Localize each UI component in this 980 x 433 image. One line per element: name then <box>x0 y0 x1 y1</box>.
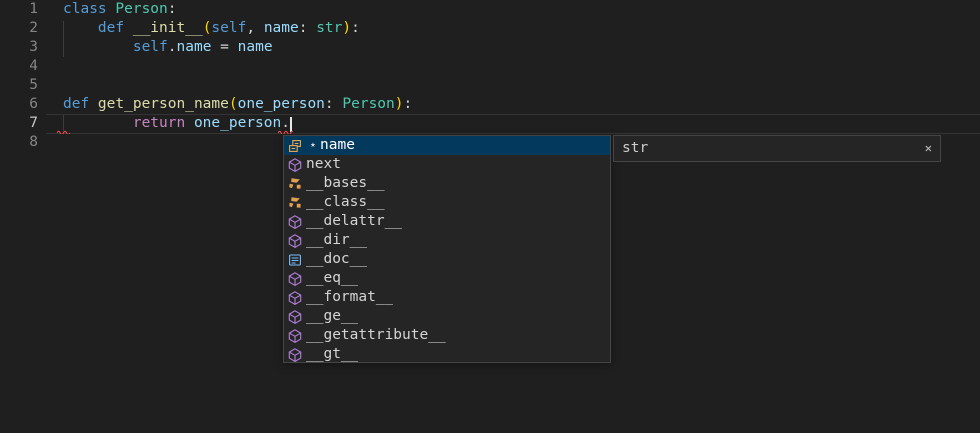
method-icon <box>287 271 303 287</box>
code-token: one_person <box>238 96 325 112</box>
code-token: ( <box>229 96 238 112</box>
suggestion-item[interactable]: __doc__ <box>284 250 610 269</box>
code-token <box>63 39 133 55</box>
code-token: Person <box>342 96 394 112</box>
code-line: self.name = name <box>63 38 273 57</box>
suggestion-label: __doc__ <box>306 250 367 269</box>
code-line: class Person: <box>63 0 177 19</box>
code-token: : <box>325 96 342 112</box>
code-token: one_person <box>194 115 281 131</box>
text-icon <box>287 252 303 268</box>
suggestion-label: __eq__ <box>306 269 358 288</box>
suggest-docs-panel: str ✕ <box>613 135 941 162</box>
line-number: 6 <box>0 95 38 114</box>
line-number: 2 <box>0 19 38 38</box>
variable-icon <box>287 176 303 192</box>
suggestion-label: name <box>320 136 355 155</box>
code-token: self <box>133 39 168 55</box>
code-editor: 12345678 class Person: def __init__(self… <box>0 0 980 433</box>
method-icon <box>287 233 303 249</box>
suggestion-label: next <box>306 155 341 174</box>
code-token: name <box>177 39 212 55</box>
code-token: str <box>316 20 342 36</box>
suggestion-item[interactable]: ★name <box>284 136 610 155</box>
suggestion-label: __class__ <box>306 193 385 212</box>
code-token: name <box>238 39 273 55</box>
suggestion-item[interactable]: __gt__ <box>284 345 610 363</box>
suggestion-item[interactable]: __dir__ <box>284 231 610 250</box>
code-token: : <box>299 20 316 36</box>
variable-icon <box>287 195 303 211</box>
code-token: def <box>98 20 133 36</box>
method-icon <box>287 328 303 344</box>
suggestion-label: __format__ <box>306 288 393 307</box>
code-line: def __init__(self, name: str): <box>63 19 360 38</box>
method-icon <box>287 157 303 173</box>
suggestion-label: __ge__ <box>306 307 358 326</box>
line-number: 3 <box>0 38 38 57</box>
code-token: = <box>211 39 237 55</box>
suggestion-item[interactable]: __format__ <box>284 288 610 307</box>
suggestion-item[interactable]: __getattribute__ <box>284 326 610 345</box>
code-token: get_person_name <box>98 96 229 112</box>
docs-type-text: str <box>622 140 648 156</box>
code-token: : <box>351 20 360 36</box>
code-token <box>63 115 133 131</box>
suggestion-item[interactable]: __ge__ <box>284 307 610 326</box>
code-token: . <box>168 39 177 55</box>
code-token: self <box>211 20 246 36</box>
method-icon <box>287 347 303 363</box>
code-token: name <box>264 20 299 36</box>
code-token: : <box>404 96 413 112</box>
code-token: : <box>168 1 177 17</box>
line-number: 4 <box>0 57 38 76</box>
suggestion-item[interactable]: __delattr__ <box>284 212 610 231</box>
method-icon <box>287 214 303 230</box>
suggestion-item[interactable]: __bases__ <box>284 174 610 193</box>
line-number: 5 <box>0 76 38 95</box>
code-line: return one_person. <box>63 114 290 133</box>
suggestion-label: __bases__ <box>306 174 385 193</box>
method-icon <box>287 309 303 325</box>
suggestion-label: __dir__ <box>306 231 367 250</box>
preselect-star-icon: ★ <box>306 136 320 155</box>
suggest-widget: ★namenext__bases____class____delattr____… <box>283 135 611 363</box>
code-token: class <box>63 1 115 17</box>
code-token: , <box>246 20 263 36</box>
code-token: __init__ <box>133 20 203 36</box>
code-token: return <box>133 115 194 131</box>
suggestion-item[interactable]: next <box>284 155 610 174</box>
line-number: 8 <box>0 133 38 152</box>
field-icon <box>287 138 303 154</box>
suggestion-label: __delattr__ <box>306 212 402 231</box>
line-number: 1 <box>0 0 38 19</box>
error-squiggle <box>57 129 70 134</box>
code-token <box>63 20 98 36</box>
code-line: def get_person_name(one_person: Person): <box>63 95 412 114</box>
code-token: ) <box>342 20 351 36</box>
line-number: 7 <box>0 114 38 133</box>
error-squiggle <box>278 129 293 134</box>
code-token: ) <box>395 96 404 112</box>
close-icon[interactable]: ✕ <box>925 136 932 161</box>
suggestion-item[interactable]: __class__ <box>284 193 610 212</box>
code-token: def <box>63 96 98 112</box>
method-icon <box>287 290 303 306</box>
suggestion-label: __getattribute__ <box>306 326 446 345</box>
suggestion-item[interactable]: __eq__ <box>284 269 610 288</box>
suggestion-label: __gt__ <box>306 345 358 363</box>
code-token: Person <box>115 1 167 17</box>
